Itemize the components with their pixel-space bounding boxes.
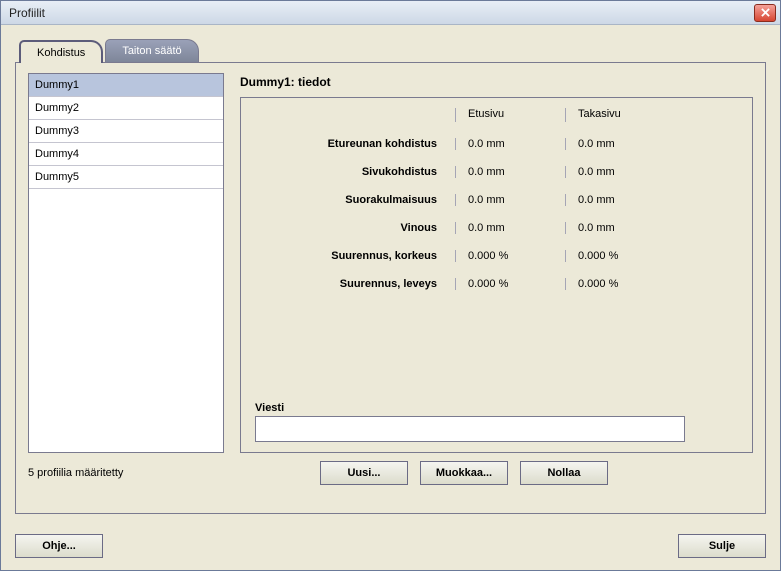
- message-label: Viesti: [255, 402, 738, 414]
- grid-header-spacer: [255, 114, 455, 116]
- message-input[interactable]: [255, 416, 685, 442]
- cell-value: 0.0 mm: [455, 166, 565, 178]
- cell-value: 0.0 mm: [565, 222, 675, 234]
- details-grid: Etusivu Takasivu Etureunan kohdistus 0.0…: [255, 108, 738, 290]
- row-label: Suurennus, korkeus: [255, 250, 455, 262]
- row-label: Suurennus, leveys: [255, 278, 455, 290]
- row-label: Vinous: [255, 222, 455, 234]
- tab-bar: Kohdistus Taiton säätö: [19, 39, 766, 62]
- cell-value: 0.0 mm: [455, 222, 565, 234]
- content-area: Kohdistus Taiton säätö Dummy1 Dummy2 Dum…: [1, 25, 780, 524]
- cell-value: 0.000 %: [455, 278, 565, 290]
- help-button[interactable]: Ohje...: [15, 534, 103, 558]
- action-button-row: Uusi... Muokkaa... Nollaa: [320, 461, 608, 485]
- edit-button[interactable]: Muokkaa...: [420, 461, 508, 485]
- list-item-label: Dummy3: [35, 125, 79, 137]
- cell-value: 0.000 %: [455, 250, 565, 262]
- list-item[interactable]: Dummy1: [29, 74, 223, 97]
- window: Profiilit Kohdistus Taiton säätö Dummy1: [0, 0, 781, 571]
- titlebar: Profiilit: [1, 1, 780, 25]
- panel-row: Dummy1 Dummy2 Dummy3 Dummy4 Dummy5: [28, 73, 753, 453]
- list-item-label: Dummy4: [35, 148, 79, 160]
- cell-value: 0.0 mm: [565, 194, 675, 206]
- cell-value: 0.000 %: [565, 250, 675, 262]
- column-header-front: Etusivu: [455, 108, 565, 122]
- window-close-button[interactable]: [754, 4, 776, 22]
- cell-value: 0.000 %: [565, 278, 675, 290]
- cell-value: 0.0 mm: [455, 138, 565, 150]
- row-label: Suorakulmaisuus: [255, 194, 455, 206]
- list-item-label: Dummy2: [35, 102, 79, 114]
- profile-list[interactable]: Dummy1 Dummy2 Dummy3 Dummy4 Dummy5: [28, 73, 224, 453]
- list-item[interactable]: Dummy2: [29, 97, 223, 120]
- tab-label: Taiton säätö: [122, 45, 181, 57]
- below-row: 5 profiilia määritetty Uusi... Muokkaa..…: [28, 461, 753, 485]
- list-item-label: Dummy5: [35, 171, 79, 183]
- row-label: Sivukohdistus: [255, 166, 455, 178]
- row-label: Etureunan kohdistus: [255, 138, 455, 150]
- close-icon: [761, 8, 770, 17]
- column-header-back: Takasivu: [565, 108, 675, 122]
- list-item[interactable]: Dummy5: [29, 166, 223, 189]
- close-button[interactable]: Sulje: [678, 534, 766, 558]
- list-item-label: Dummy1: [35, 79, 79, 91]
- cell-value: 0.0 mm: [565, 138, 675, 150]
- window-title: Profiilit: [9, 6, 45, 20]
- details-title: Dummy1: tiedot: [240, 75, 753, 89]
- tab-kohdistus[interactable]: Kohdistus: [19, 40, 103, 63]
- details-box: Etusivu Takasivu Etureunan kohdistus 0.0…: [240, 97, 753, 453]
- details-pane: Dummy1: tiedot Etusivu Takasivu Etureuna…: [240, 73, 753, 453]
- cell-value: 0.0 mm: [565, 166, 675, 178]
- reset-button[interactable]: Nollaa: [520, 461, 608, 485]
- tab-panel: Dummy1 Dummy2 Dummy3 Dummy4 Dummy5: [15, 62, 766, 514]
- list-item[interactable]: Dummy3: [29, 120, 223, 143]
- cell-value: 0.0 mm: [455, 194, 565, 206]
- bottom-bar: Ohje... Sulje: [1, 524, 780, 570]
- list-item[interactable]: Dummy4: [29, 143, 223, 166]
- tab-label: Kohdistus: [37, 47, 85, 59]
- new-button[interactable]: Uusi...: [320, 461, 408, 485]
- profile-count-label: 5 profiilia määritetty: [28, 467, 240, 479]
- tab-taiton-saato[interactable]: Taiton säätö: [105, 39, 198, 62]
